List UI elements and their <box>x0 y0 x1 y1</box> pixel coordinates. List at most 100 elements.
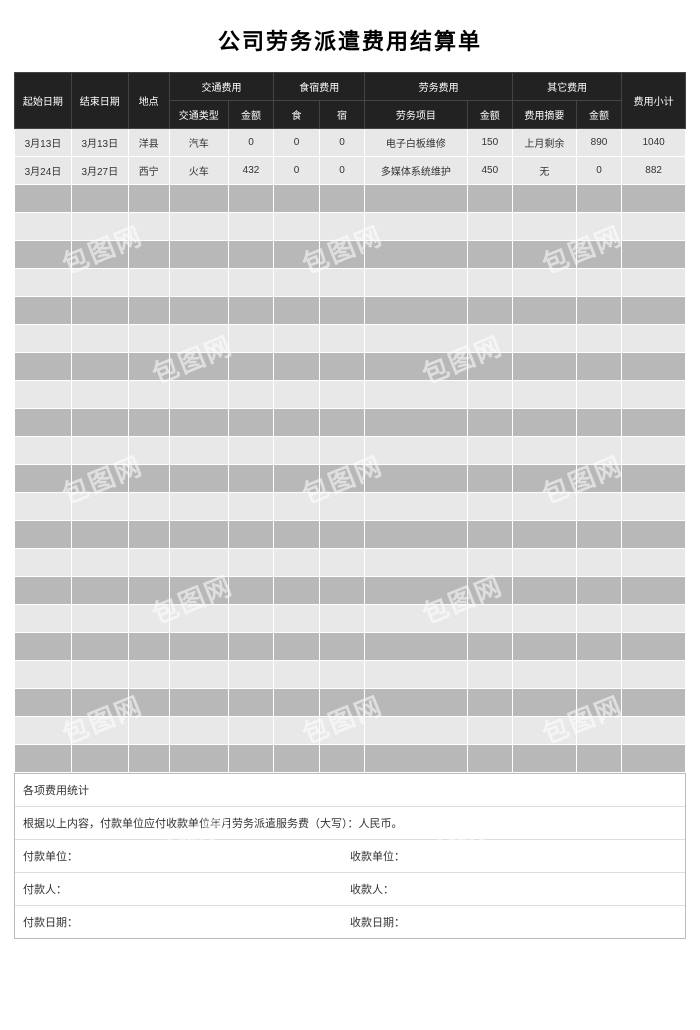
empty-cell <box>228 325 273 353</box>
table-row <box>15 241 686 269</box>
empty-cell <box>467 605 512 633</box>
empty-cell <box>365 213 467 241</box>
empty-cell <box>274 493 319 521</box>
empty-cell <box>319 185 364 213</box>
cell-labor_amount: 450 <box>467 157 512 185</box>
empty-cell <box>467 213 512 241</box>
th-transport-type: 交通类型 <box>169 101 228 129</box>
empty-cell <box>71 325 128 353</box>
empty-cell <box>467 745 512 773</box>
th-lodging-group: 食宿费用 <box>274 73 365 101</box>
empty-cell <box>274 521 319 549</box>
th-end-date: 结束日期 <box>71 73 128 129</box>
empty-cell <box>365 577 467 605</box>
empty-cell <box>274 325 319 353</box>
pay-date-label: 付款日期： <box>23 914 350 930</box>
cell-other_amount: 0 <box>576 157 621 185</box>
cell-subtotal: 1040 <box>622 129 686 157</box>
cell-food: 0 <box>274 129 319 157</box>
empty-cell <box>128 577 169 605</box>
empty-cell <box>128 689 169 717</box>
payee-unit-label: 收款单位： <box>350 848 677 864</box>
empty-cell <box>228 493 273 521</box>
empty-cell <box>169 409 228 437</box>
empty-cell <box>576 185 621 213</box>
empty-cell <box>365 549 467 577</box>
empty-cell <box>622 437 686 465</box>
empty-cell <box>15 661 72 689</box>
cell-transport_type: 汽车 <box>169 129 228 157</box>
empty-cell <box>467 409 512 437</box>
empty-cell <box>576 493 621 521</box>
empty-cell <box>365 185 467 213</box>
empty-cell <box>513 605 577 633</box>
empty-cell <box>467 325 512 353</box>
empty-cell <box>319 577 364 605</box>
empty-cell <box>228 381 273 409</box>
th-other-summary: 费用摘要 <box>513 101 577 129</box>
empty-cell <box>365 493 467 521</box>
empty-cell <box>15 577 72 605</box>
empty-cell <box>622 297 686 325</box>
empty-cell <box>365 409 467 437</box>
empty-cell <box>274 605 319 633</box>
page-title: 公司劳务派遣费用结算单 <box>14 24 686 56</box>
cell-labor_item: 电子白板维修 <box>365 129 467 157</box>
empty-cell <box>128 269 169 297</box>
th-transport-amount: 金额 <box>228 101 273 129</box>
footer-stats-label: 各项费用统计 <box>23 782 89 798</box>
empty-cell <box>319 521 364 549</box>
empty-cell <box>513 549 577 577</box>
table-row <box>15 465 686 493</box>
empty-cell <box>15 745 72 773</box>
empty-cell <box>576 549 621 577</box>
empty-cell <box>128 745 169 773</box>
empty-cell <box>169 213 228 241</box>
empty-cell <box>228 185 273 213</box>
empty-cell <box>513 493 577 521</box>
empty-cell <box>513 353 577 381</box>
empty-cell <box>274 409 319 437</box>
table-row <box>15 521 686 549</box>
empty-cell <box>513 269 577 297</box>
empty-cell <box>71 689 128 717</box>
empty-cell <box>228 465 273 493</box>
empty-cell <box>15 493 72 521</box>
empty-cell <box>513 521 577 549</box>
empty-cell <box>274 577 319 605</box>
empty-cell <box>15 185 72 213</box>
empty-cell <box>576 577 621 605</box>
empty-cell <box>513 633 577 661</box>
empty-cell <box>228 437 273 465</box>
empty-cell <box>319 381 364 409</box>
empty-cell <box>228 661 273 689</box>
empty-cell <box>228 269 273 297</box>
empty-cell <box>128 549 169 577</box>
cell-end_date: 3月27日 <box>71 157 128 185</box>
cell-other_amount: 890 <box>576 129 621 157</box>
footer-unit-row: 付款单位： 收款单位： <box>15 840 685 873</box>
table-row <box>15 577 686 605</box>
empty-cell <box>274 633 319 661</box>
empty-cell <box>319 605 364 633</box>
empty-cell <box>15 605 72 633</box>
cell-lodging: 0 <box>319 157 364 185</box>
empty-cell <box>274 437 319 465</box>
empty-cell <box>622 409 686 437</box>
empty-cell <box>15 437 72 465</box>
cell-transport_amount: 432 <box>228 157 273 185</box>
empty-cell <box>576 269 621 297</box>
empty-cell <box>71 745 128 773</box>
empty-cell <box>622 269 686 297</box>
empty-cell <box>71 353 128 381</box>
empty-cell <box>513 465 577 493</box>
empty-cell <box>228 577 273 605</box>
th-food: 食 <box>274 101 319 129</box>
empty-cell <box>467 717 512 745</box>
empty-cell <box>128 661 169 689</box>
empty-cell <box>128 241 169 269</box>
empty-cell <box>71 381 128 409</box>
empty-cell <box>228 605 273 633</box>
empty-cell <box>71 185 128 213</box>
empty-cell <box>71 269 128 297</box>
